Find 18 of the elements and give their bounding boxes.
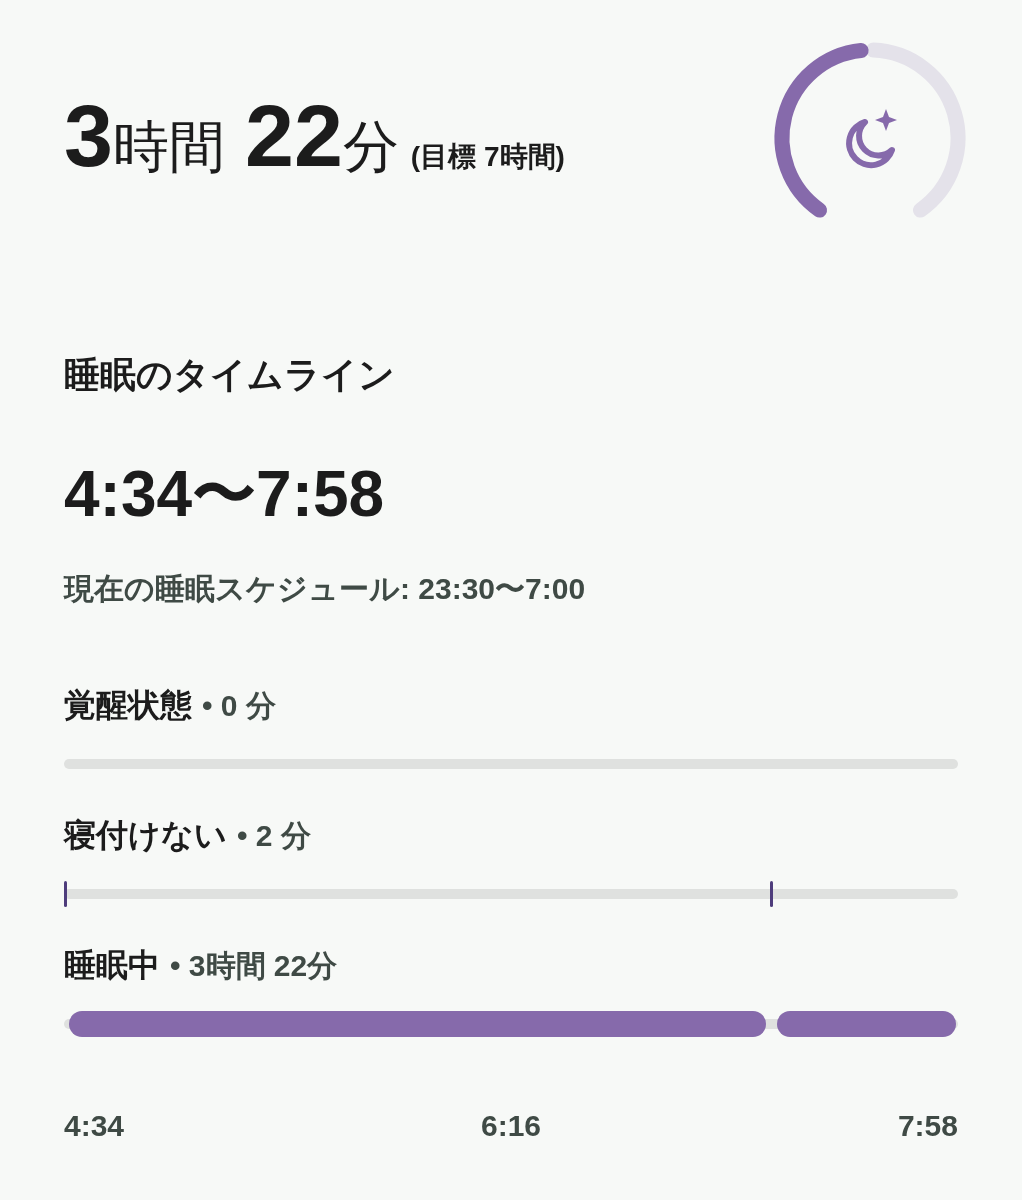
stage-duration: • 3時間 22分	[170, 948, 338, 984]
axis-label: 7:58	[897, 1108, 958, 1144]
moon-stars-icon	[846, 109, 897, 169]
goal-text: (目標 7時間)	[410, 140, 565, 174]
duration-value: 22	[244, 92, 343, 180]
stage-name: 覚醒状態	[64, 686, 192, 725]
section-title: 睡眠のタイムライン	[64, 353, 396, 397]
duration-value: 3	[64, 92, 113, 180]
stage-duration: • 2 分	[237, 818, 311, 854]
axis-label: 6:16	[480, 1108, 541, 1144]
duration-unit: 時間	[112, 119, 225, 175]
duration-unit: 分	[342, 119, 399, 175]
stage-name: 寝付けない	[64, 816, 227, 855]
sleep-time-range: 4:34〜7:58	[64, 462, 386, 526]
stage-duration: • 0 分	[202, 688, 276, 724]
stage-name: 睡眠中	[64, 946, 160, 985]
axis-label: 4:34	[64, 1108, 125, 1144]
sleep-schedule: 現在の睡眠スケジュール: 23:30〜7:00	[64, 571, 587, 607]
